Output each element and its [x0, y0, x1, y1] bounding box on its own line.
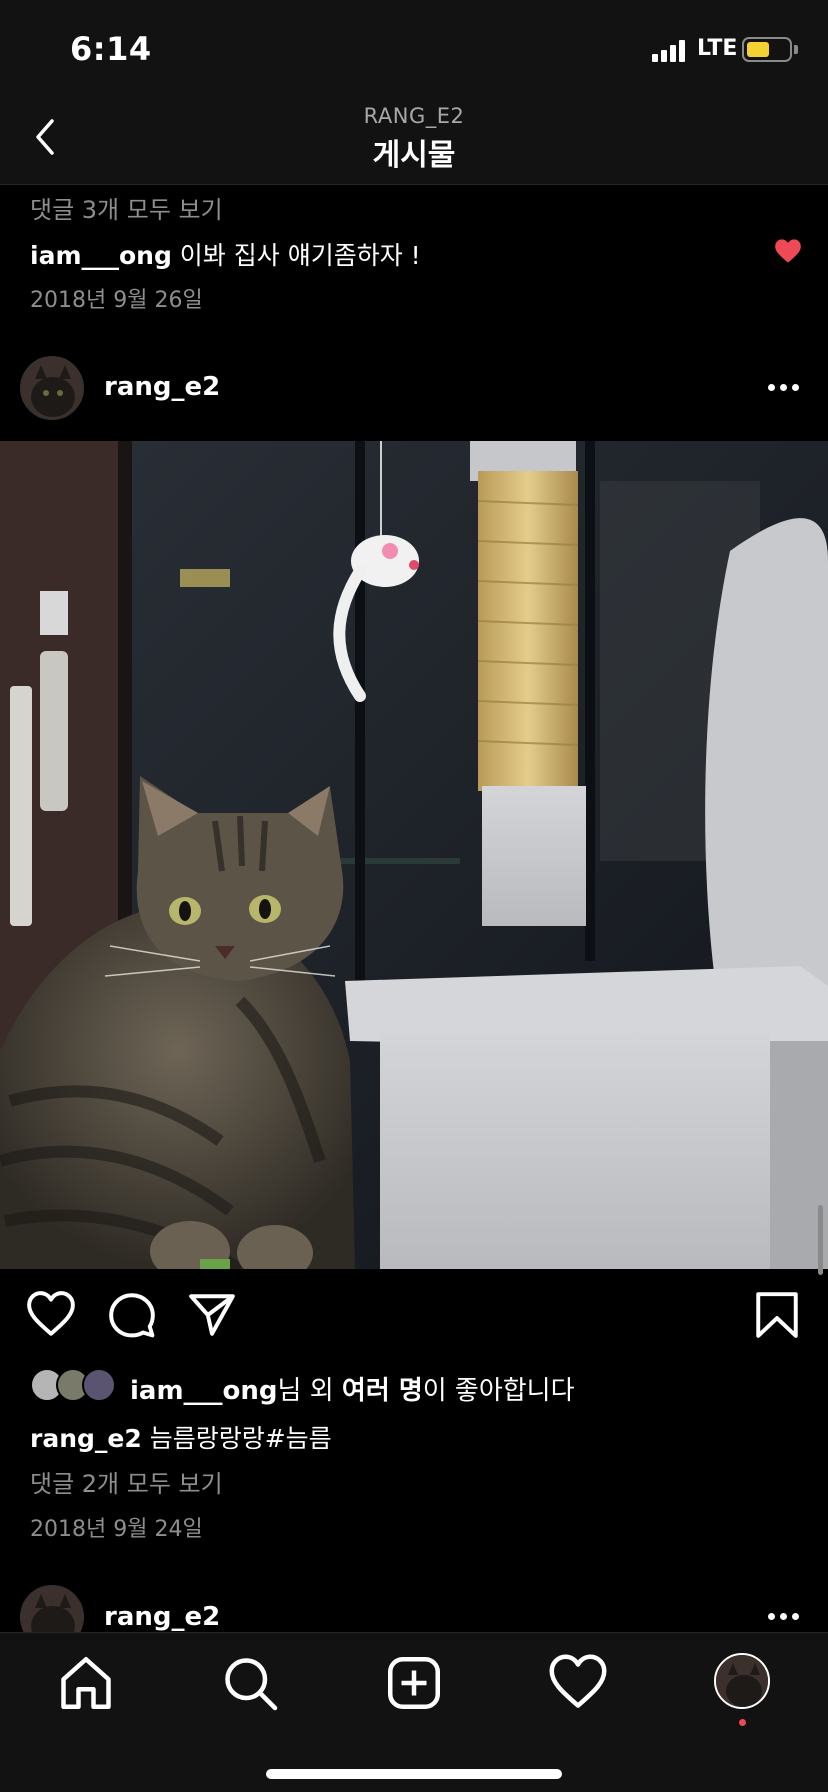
- comment-icon[interactable]: [107, 1290, 157, 1340]
- avatar[interactable]: [20, 356, 84, 420]
- post-header-bar: RANG_E2 게시물: [0, 100, 828, 185]
- more-options-button[interactable]: [766, 382, 802, 394]
- likes-others[interactable]: 여러 명: [342, 1376, 423, 1406]
- likes-username[interactable]: iam___ong: [130, 1376, 278, 1406]
- home-indicator[interactable]: [266, 1769, 562, 1779]
- caption: rang_e2 늠름랑랑랑#늠름: [30, 1419, 332, 1455]
- post-username[interactable]: rang_e2: [104, 372, 220, 402]
- likes-mid: 님 외: [277, 1376, 342, 1406]
- likes-end: 이 좋아합니다: [422, 1376, 575, 1406]
- likes-summary[interactable]: iam___ong님 외 여러 명이 좋아합니다: [130, 1370, 575, 1407]
- like-heart-icon[interactable]: [26, 1290, 76, 1340]
- post-username[interactable]: rang_e2: [104, 1602, 220, 1632]
- view-all-comments-link[interactable]: 댓글 3개 모두 보기: [30, 190, 223, 225]
- status-bar: 6:14 LTE: [0, 0, 828, 100]
- post-photo[interactable]: [0, 441, 828, 1269]
- network-type: LTE: [697, 36, 738, 61]
- liker-avatars[interactable]: [30, 1368, 120, 1404]
- search-icon[interactable]: [220, 1653, 280, 1713]
- post-date: 2018년 9월 26일: [30, 288, 203, 313]
- status-time: 6:14: [70, 30, 152, 68]
- notification-dot: [739, 1719, 746, 1726]
- home-icon[interactable]: [56, 1653, 116, 1713]
- signal-strength-icon: [652, 40, 686, 62]
- comment: iam___ong 이봐 집사 얘기좀하자 !: [30, 236, 421, 272]
- plus-square-icon[interactable]: [384, 1653, 444, 1713]
- paper-plane-icon[interactable]: [187, 1290, 237, 1340]
- activity-heart-icon[interactable]: [548, 1653, 608, 1713]
- battery-tip: [794, 45, 798, 54]
- post-date: 2018년 9월 24일: [30, 1517, 203, 1542]
- comment-text: 이봐 집사 얘기좀하자 !: [171, 241, 421, 270]
- caption-text: 늠름랑랑랑#늠름: [141, 1424, 332, 1453]
- battery-icon: [742, 37, 792, 62]
- header-username: RANG_E2: [363, 104, 465, 128]
- comment-like-heart-icon[interactable]: [774, 238, 802, 264]
- page-title: 게시물: [372, 138, 456, 173]
- caption-username[interactable]: rang_e2: [30, 1424, 142, 1453]
- view-all-comments-link[interactable]: 댓글 2개 모두 보기: [30, 1464, 223, 1499]
- more-options-button[interactable]: [766, 1611, 802, 1623]
- profile-tab-avatar[interactable]: [714, 1653, 770, 1709]
- bookmark-icon[interactable]: [752, 1290, 802, 1340]
- comment-username[interactable]: iam___ong: [30, 241, 172, 270]
- bottom-tab-bar: [0, 1632, 828, 1792]
- scrollbar[interactable]: [818, 1205, 823, 1275]
